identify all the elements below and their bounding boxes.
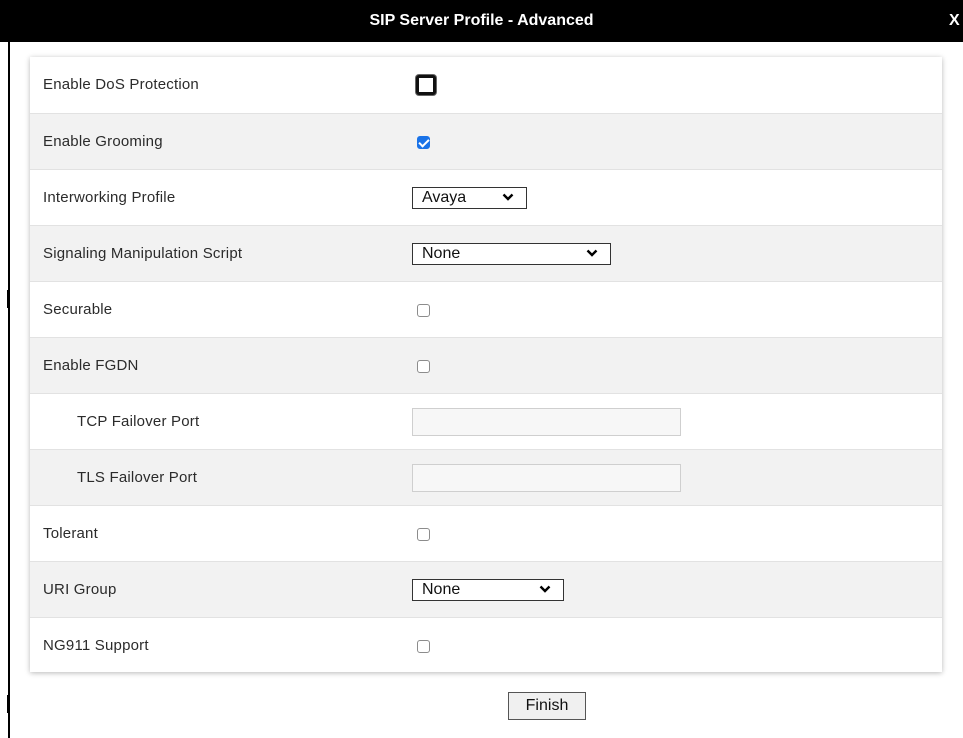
row-securable: Securable	[30, 281, 942, 337]
chevron-down-icon	[539, 585, 551, 593]
tolerant-label: Tolerant	[43, 525, 98, 542]
signaling-manipulation-script-value: None	[422, 245, 461, 262]
row-tcp-failover-port: TCP Failover Port	[30, 393, 942, 449]
interworking-profile-value: Avaya	[422, 189, 467, 206]
row-signaling-manipulation-script: Signaling Manipulation Script None	[30, 225, 942, 281]
left-border-tick	[7, 290, 10, 308]
uri-group-value: None	[422, 581, 461, 598]
securable-checkbox[interactable]	[417, 303, 430, 317]
row-enable-dos-protection: Enable DoS Protection	[30, 57, 942, 113]
tls-failover-port-input[interactable]	[412, 464, 681, 492]
securable-label: Securable	[43, 301, 113, 318]
chevron-down-icon	[502, 193, 514, 201]
row-uri-group: URI Group None	[30, 561, 942, 617]
tls-failover-port-label: TLS Failover Port	[77, 469, 198, 486]
interworking-profile-label: Interworking Profile	[43, 189, 176, 206]
row-interworking-profile: Interworking Profile Avaya	[30, 169, 942, 225]
left-border	[8, 42, 10, 738]
row-tls-failover-port: TLS Failover Port	[30, 449, 942, 505]
close-button[interactable]: X	[949, 0, 963, 42]
settings-panel: Enable DoS Protection Enable Grooming In…	[30, 57, 942, 672]
ng911-support-checkbox[interactable]	[417, 639, 430, 653]
enable-grooming-label: Enable Grooming	[43, 133, 163, 150]
left-border-tick	[7, 695, 10, 713]
dialog-title: SIP Server Profile - Advanced	[369, 12, 594, 29]
ng911-support-label: NG911 Support	[43, 637, 149, 654]
tolerant-checkbox[interactable]	[417, 527, 430, 541]
tcp-failover-port-label: TCP Failover Port	[77, 413, 200, 430]
tcp-failover-port-input[interactable]	[412, 408, 681, 436]
enable-dos-protection-label: Enable DoS Protection	[43, 76, 199, 93]
interworking-profile-select[interactable]: Avaya	[412, 187, 527, 209]
sip-server-profile-advanced-dialog: SIP Server Profile - Advanced X Enable D…	[0, 0, 963, 738]
enable-fgdn-checkbox[interactable]	[417, 359, 430, 373]
row-enable-grooming: Enable Grooming	[30, 113, 942, 169]
chevron-down-icon	[586, 249, 598, 257]
row-ng911-support: NG911 Support	[30, 617, 942, 672]
enable-fgdn-label: Enable FGDN	[43, 357, 139, 374]
row-enable-fgdn: Enable FGDN	[30, 337, 942, 393]
finish-button[interactable]: Finish	[508, 692, 586, 720]
uri-group-label: URI Group	[43, 581, 117, 598]
signaling-manipulation-script-select[interactable]: None	[412, 243, 611, 265]
dialog-titlebar: SIP Server Profile - Advanced X	[0, 0, 963, 42]
enable-grooming-checkbox[interactable]	[417, 135, 430, 149]
uri-group-select[interactable]: None	[412, 579, 564, 601]
row-tolerant: Tolerant	[30, 505, 942, 561]
signaling-manipulation-script-label: Signaling Manipulation Script	[43, 245, 243, 262]
enable-dos-protection-checkbox[interactable]	[416, 75, 436, 95]
